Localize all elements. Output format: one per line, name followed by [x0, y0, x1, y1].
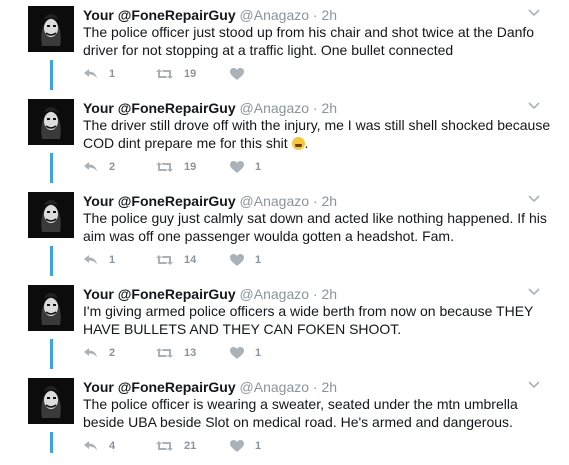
reply-icon	[84, 441, 97, 451]
tweet[interactable]: Your @FoneRepairGuy @Anagazo · 2h The po…	[0, 372, 569, 465]
tweet-actions: 4 21 1	[83, 438, 383, 454]
timestamp[interactable]: 2h	[321, 379, 337, 395]
user-handle[interactable]: @Anagazo	[240, 379, 309, 395]
retweet-icon	[156, 348, 173, 358]
reply-count: 4	[109, 440, 116, 452]
avatar[interactable]	[28, 99, 74, 145]
retweet-button[interactable]: 19	[156, 66, 196, 82]
tweet-text: The police officer is wearing a sweater,…	[83, 396, 518, 430]
tweet-text-body: The driver still drove off with the inju…	[83, 117, 551, 151]
chevron-down-icon[interactable]	[528, 9, 540, 17]
timestamp[interactable]: 2h	[321, 100, 337, 116]
display-name[interactable]: Your @FoneRepairGuy	[83, 7, 236, 23]
reply-button[interactable]: 1	[83, 252, 115, 268]
display-name[interactable]: Your @FoneRepairGuy	[83, 379, 236, 395]
tweet-actions: 1 14 1	[83, 252, 383, 268]
separator-dot: ·	[312, 379, 318, 395]
chevron-down-icon[interactable]	[528, 381, 540, 389]
tweet-actions: 2 19 1	[83, 159, 383, 175]
reply-count: 1	[109, 254, 116, 266]
reply-button[interactable]: 1	[83, 66, 115, 82]
like-count: 1	[255, 254, 262, 266]
reply-count: 1	[109, 68, 116, 80]
user-handle[interactable]: @Anagazo	[240, 286, 309, 302]
retweet-count: 14	[184, 254, 197, 266]
reply-icon	[84, 162, 97, 172]
heart-icon	[230, 161, 244, 173]
retweet-count: 19	[184, 68, 197, 80]
tweet-text: The police guy just calmly sat down and …	[83, 210, 547, 244]
display-name[interactable]: Your @FoneRepairGuy	[83, 193, 236, 209]
like-count: 1	[255, 347, 262, 359]
reply-icon	[84, 255, 97, 265]
user-handle[interactable]: @Anagazo	[240, 7, 309, 23]
separator-dot: ·	[312, 286, 318, 302]
chevron-down-icon[interactable]	[528, 195, 540, 203]
tweet-header: Your @FoneRepairGuy @Anagazo · 2h	[83, 379, 337, 395]
reply-button[interactable]: 4	[83, 438, 115, 454]
retweet-icon	[156, 69, 173, 79]
weary-face-emoji	[291, 137, 305, 150]
reply-button[interactable]: 2	[83, 345, 115, 361]
retweet-count: 21	[184, 440, 197, 452]
avatar[interactable]	[28, 192, 74, 238]
like-button[interactable]: 1	[230, 345, 261, 361]
chevron-down-icon[interactable]	[528, 288, 540, 296]
retweet-button[interactable]: 13	[156, 345, 196, 361]
separator-dot: ·	[312, 193, 318, 209]
tweet[interactable]: Your @FoneRepairGuy @Anagazo · 2h The dr…	[0, 93, 569, 186]
tweet-text: The police officer just stood up from hi…	[83, 24, 535, 58]
like-button[interactable]: 1	[230, 159, 261, 175]
display-name[interactable]: Your @FoneRepairGuy	[83, 286, 236, 302]
heart-icon	[230, 254, 244, 266]
retweet-icon	[156, 441, 173, 451]
reply-icon	[84, 69, 97, 79]
like-button[interactable]	[230, 66, 255, 82]
tweet-header: Your @FoneRepairGuy @Anagazo · 2h	[83, 193, 337, 209]
retweet-icon	[156, 255, 173, 265]
avatar[interactable]	[28, 285, 74, 331]
like-button[interactable]: 1	[230, 438, 261, 454]
tweet-text: I'm giving armed police officers a wide …	[83, 303, 534, 337]
display-name[interactable]: Your @FoneRepairGuy	[83, 100, 236, 116]
separator-dot: ·	[312, 100, 318, 116]
like-count: 1	[255, 440, 262, 452]
heart-icon	[230, 440, 244, 452]
like-count: 1	[255, 161, 262, 173]
separator-dot: ·	[312, 7, 318, 23]
avatar[interactable]	[28, 378, 74, 424]
tweet-text-suffix: .	[304, 135, 309, 151]
tweet[interactable]: Your @FoneRepairGuy @Anagazo · 2h The po…	[0, 0, 569, 93]
timestamp[interactable]: 2h	[321, 7, 337, 23]
retweet-button[interactable]: 14	[156, 252, 196, 268]
user-handle[interactable]: @Anagazo	[240, 193, 309, 209]
retweet-button[interactable]: 19	[156, 159, 196, 175]
chevron-down-icon[interactable]	[528, 102, 540, 110]
reply-icon	[84, 348, 97, 358]
retweet-count: 13	[184, 347, 197, 359]
tweet-actions: 2 13 1	[83, 345, 383, 361]
like-button[interactable]: 1	[230, 252, 261, 268]
heart-icon	[230, 347, 244, 359]
tweet-header: Your @FoneRepairGuy @Anagazo · 2h	[83, 286, 337, 302]
reply-count: 2	[109, 161, 116, 173]
heart-icon	[230, 68, 244, 80]
tweet-header: Your @FoneRepairGuy @Anagazo · 2h	[83, 100, 337, 116]
retweet-count: 19	[184, 161, 197, 173]
retweet-icon	[156, 162, 173, 172]
tweet[interactable]: Your @FoneRepairGuy @Anagazo · 2h I'm gi…	[0, 279, 569, 372]
avatar[interactable]	[28, 6, 74, 52]
reply-count: 2	[109, 347, 116, 359]
tweet-header: Your @FoneRepairGuy @Anagazo · 2h	[83, 7, 337, 23]
timestamp[interactable]: 2h	[321, 286, 337, 302]
tweet-actions: 1 19	[83, 66, 383, 82]
timestamp[interactable]: 2h	[321, 193, 337, 209]
retweet-button[interactable]: 21	[156, 438, 196, 454]
reply-button[interactable]: 2	[83, 159, 115, 175]
tweet[interactable]: Your @FoneRepairGuy @Anagazo · 2h The po…	[0, 186, 569, 279]
tweet-text: The driver still drove off with the inju…	[83, 116, 553, 152]
user-handle[interactable]: @Anagazo	[240, 100, 309, 116]
